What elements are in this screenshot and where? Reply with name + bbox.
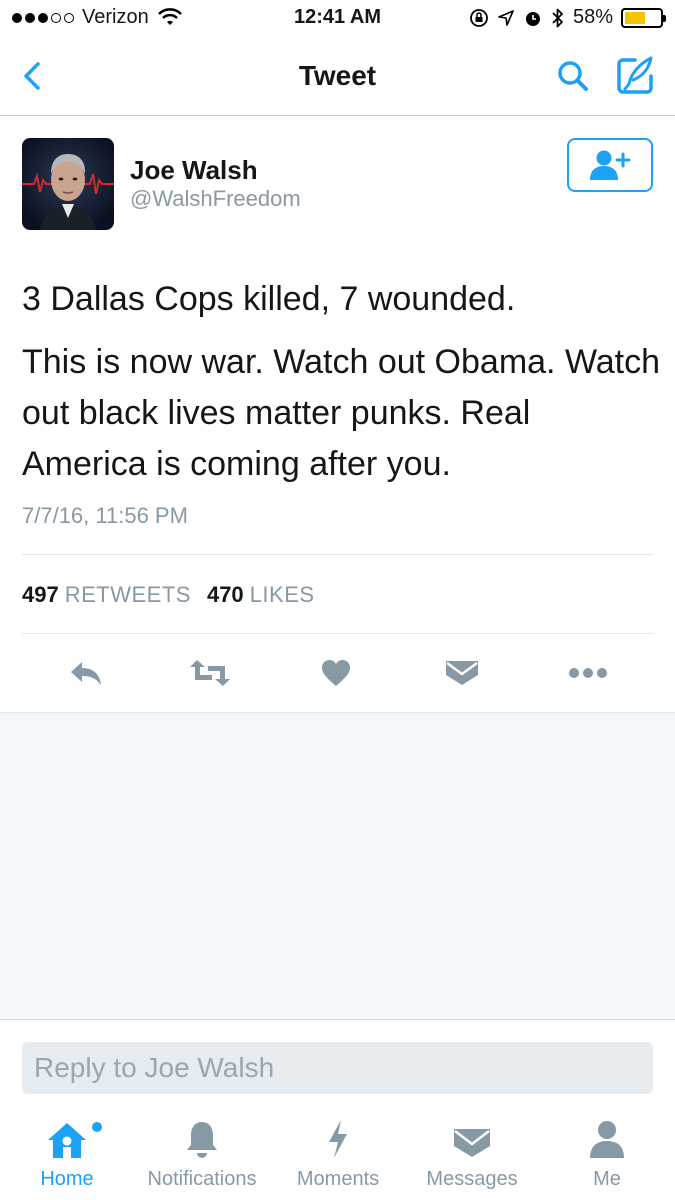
tab-moments[interactable]: Moments <box>288 1110 388 1200</box>
tab-label: Notifications <box>147 1168 257 1190</box>
tab-home[interactable]: Home <box>22 1110 112 1200</box>
person-icon <box>590 1121 624 1158</box>
signal-strength-icon <box>12 12 74 23</box>
tweet-stats: 497 RETWEETS 470 LIKES <box>22 582 315 608</box>
retweets-count: 497 <box>22 582 59 607</box>
user-name[interactable]: Joe Walsh <box>130 155 258 186</box>
tab-label: Messages <box>426 1168 518 1190</box>
envelope-icon <box>454 1129 490 1157</box>
tab-notifications[interactable]: Notifications <box>140 1110 264 1200</box>
tab-me[interactable]: Me <box>570 1110 644 1200</box>
notification-dot <box>92 1122 102 1132</box>
battery-icon <box>621 7 666 28</box>
profile-photo <box>22 138 114 230</box>
replies-area <box>0 712 675 1020</box>
more-options-button[interactable] <box>566 648 610 698</box>
home-icon <box>48 1123 86 1158</box>
tweet-timestamp: 7/7/16, 11:56 PM <box>22 503 188 528</box>
likes-label: LIKES <box>249 582 315 607</box>
retweets-stat[interactable]: 497 RETWEETS <box>22 582 191 608</box>
tab-label: Moments <box>296 1168 380 1190</box>
compose-tweet-button[interactable] <box>613 54 657 98</box>
carrier-name: Verizon <box>82 6 149 28</box>
back-button[interactable] <box>14 56 54 96</box>
tweet-paragraph: 3 Dallas Cops killed, 7 wounded. <box>22 280 516 318</box>
navigation-bar: Tweet <box>0 38 675 116</box>
battery-percent: 58% <box>572 6 613 28</box>
user-handle[interactable]: @WalshFreedom <box>130 186 301 212</box>
likes-stat[interactable]: 470 LIKES <box>207 582 315 608</box>
rotation-lock-icon <box>470 8 488 27</box>
like-button[interactable] <box>314 648 358 698</box>
follow-button[interactable] <box>567 138 653 192</box>
lightning-icon <box>329 1120 347 1158</box>
retweets-label: RETWEETS <box>64 582 191 607</box>
tweet-text: 3 Dallas Cops killed, 7 wounded. This is… <box>22 274 662 502</box>
bell-icon <box>187 1122 217 1158</box>
status-left: Verizon <box>12 6 183 29</box>
reply-button[interactable] <box>64 648 108 698</box>
retweet-icon <box>190 660 230 686</box>
envelope-icon <box>446 661 478 685</box>
retweet-button[interactable] <box>188 648 232 698</box>
status-bar: Verizon 12:41 AM 58% <box>0 0 675 38</box>
reply-icon <box>71 662 101 685</box>
divider <box>22 554 653 555</box>
tab-bar: Home Notifications Moments Messages Me <box>0 1110 675 1200</box>
reply-input[interactable] <box>22 1042 653 1094</box>
wifi-icon <box>157 7 182 25</box>
alarm-icon <box>525 11 540 26</box>
search-button[interactable] <box>553 56 593 96</box>
likes-count: 470 <box>206 582 244 607</box>
divider <box>22 633 653 634</box>
search-icon <box>558 61 588 91</box>
tab-label: Home <box>40 1168 94 1190</box>
chevron-left-icon <box>24 62 40 90</box>
tab-messages[interactable]: Messages <box>418 1110 526 1200</box>
heart-icon <box>322 660 350 686</box>
tab-label: Me <box>593 1168 621 1190</box>
tweet-actions <box>0 648 675 698</box>
battery-level <box>625 11 645 24</box>
direct-message-button[interactable] <box>440 648 484 698</box>
avatar[interactable] <box>22 138 114 230</box>
location-arrow-icon <box>498 9 514 26</box>
add-user-icon <box>590 150 631 180</box>
compose-icon <box>617 56 653 94</box>
more-icon <box>569 668 607 678</box>
tweet-paragraph: This is now war. Watch out Obama. Watch … <box>22 343 661 483</box>
status-right: 58% <box>469 6 666 29</box>
bluetooth-icon <box>552 8 563 27</box>
